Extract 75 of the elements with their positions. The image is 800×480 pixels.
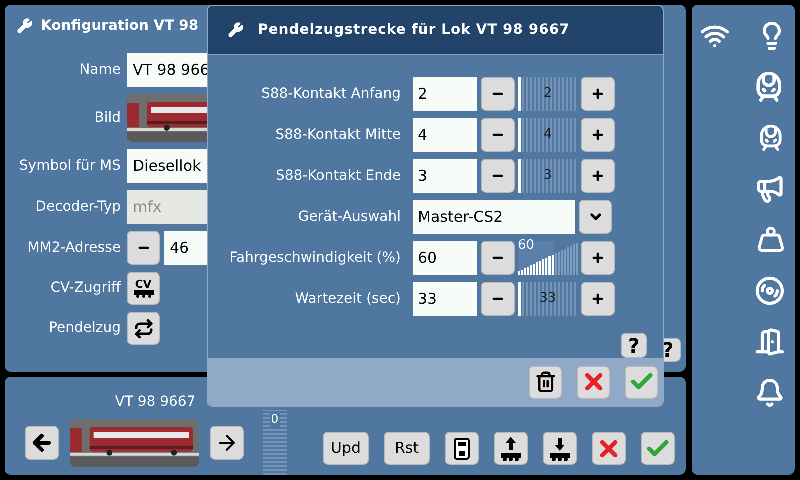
slider-reading: 4 — [544, 126, 552, 143]
plus-icon — [591, 251, 605, 265]
dropdown-button[interactable] — [579, 200, 612, 234]
lift-loco-button[interactable] — [494, 432, 528, 465]
field-label: Symbol für MS — [18, 156, 121, 176]
meter-reading: 0 — [270, 412, 280, 427]
previous-button[interactable] — [25, 426, 59, 460]
loco-up-arrow-icon — [499, 436, 523, 462]
shuttle-button[interactable] — [127, 312, 160, 345]
plus-icon — [591, 169, 605, 183]
cv-button[interactable]: CV — [127, 272, 160, 305]
slider-reading: 33 — [540, 290, 556, 307]
field-label: Pendelzug — [48, 319, 121, 338]
help-button[interactable]: ? — [621, 333, 647, 358]
plus-button[interactable] — [581, 282, 615, 316]
speed-slider[interactable]: 60 — [518, 241, 578, 275]
panel-title: Konfiguration VT 98 — [41, 16, 199, 36]
next-button[interactable] — [210, 426, 244, 460]
field-label: Bild — [94, 108, 121, 128]
panel-button[interactable] — [445, 432, 479, 465]
field-label: S88-Kontakt Anfang — [260, 84, 401, 104]
field-label: Decoder-Typ — [34, 198, 121, 216]
slider-reading: 3 — [544, 167, 552, 184]
bell-icon[interactable] — [755, 378, 785, 408]
cancel-button[interactable] — [577, 366, 610, 398]
weight-icon[interactable] — [757, 226, 785, 254]
counter-slider[interactable]: 33 — [518, 282, 578, 316]
number-field[interactable]: 2 — [413, 77, 477, 111]
plus-button[interactable] — [581, 77, 615, 111]
field-label: S88-Kontakt Ende — [274, 166, 401, 186]
loco-name: VT 98 9667 — [115, 393, 196, 412]
wrench-icon — [228, 22, 244, 38]
delete-button[interactable] — [529, 366, 562, 398]
field-label: MM2-Adresse — [26, 238, 121, 258]
minus-button[interactable] — [481, 77, 515, 111]
counter-slider[interactable]: 3 — [518, 159, 578, 193]
field-label: Gerät-Auswahl — [297, 208, 401, 226]
minus-button[interactable] — [481, 282, 515, 316]
trash-icon — [534, 371, 556, 393]
minus-button[interactable] — [127, 231, 160, 265]
slider-reading: 2 — [544, 85, 552, 102]
loco-down-arrow-icon — [548, 436, 572, 462]
plus-button[interactable] — [581, 241, 615, 275]
minus-button[interactable] — [481, 241, 515, 275]
shuttle-arrows-icon — [134, 318, 154, 338]
field-label: CV-Zugriff — [50, 279, 121, 298]
select-field[interactable]: Master-CS2 — [413, 200, 575, 234]
plus-icon — [591, 87, 605, 101]
wrench-icon — [17, 18, 33, 34]
dialog-title: Pendelzugstrecke für Lok VT 98 9667 — [258, 20, 570, 40]
text-button[interactable]: Upd — [323, 432, 369, 465]
number-field[interactable]: 33 — [413, 282, 477, 316]
plus-button[interactable] — [581, 159, 615, 193]
counter-slider[interactable]: 4 — [518, 118, 578, 152]
number-field[interactable]: 60 — [413, 241, 477, 275]
plus-icon — [591, 292, 605, 306]
number-field[interactable]: 4 — [413, 118, 477, 152]
confirm-button[interactable] — [641, 432, 675, 465]
plus-icon — [591, 128, 605, 142]
minus-button[interactable] — [481, 159, 515, 193]
field-label: Wartezeit (sec) — [294, 290, 401, 308]
horn-icon[interactable] — [755, 174, 785, 204]
field-label: Name — [78, 60, 121, 80]
slider-reading: 60 — [518, 238, 535, 254]
counter-slider[interactable]: 2 — [518, 77, 578, 111]
plus-button[interactable] — [581, 118, 615, 152]
text-button[interactable]: Rst — [384, 432, 430, 465]
number-field[interactable]: 3 — [413, 159, 477, 193]
field-label: S88-Kontakt Mitte — [274, 126, 401, 144]
cancel-button[interactable] — [592, 432, 626, 465]
minus-button[interactable] — [481, 118, 515, 152]
lower-loco-button[interactable] — [543, 432, 577, 465]
field-label: Fahrgeschwindigkeit (%) — [228, 248, 401, 268]
locomotive-icon — [132, 290, 154, 298]
control-panel-icon — [454, 438, 470, 460]
